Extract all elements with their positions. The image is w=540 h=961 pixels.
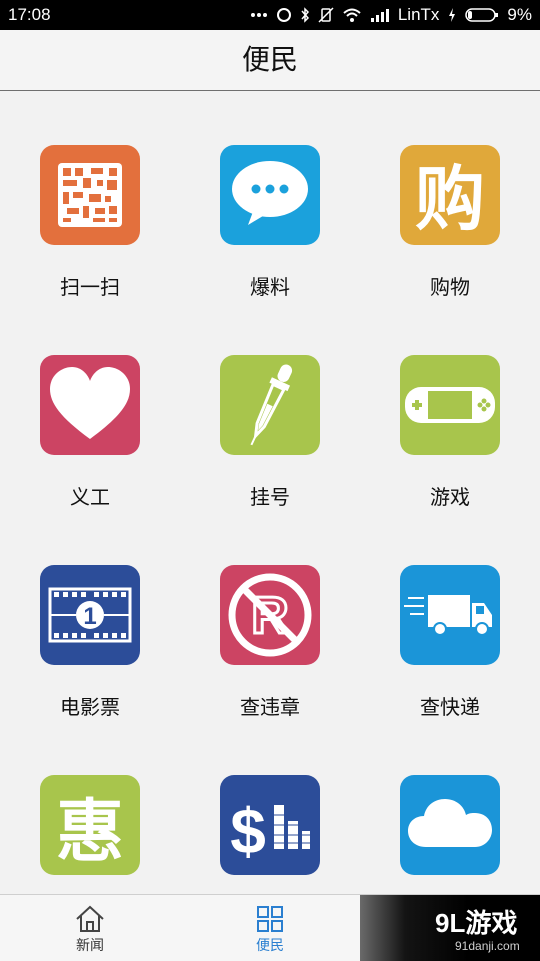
carrier-label: LinTx: [397, 5, 440, 24]
shopping-label[interactable]: 购物: [360, 271, 540, 300]
traffic-violation-label[interactable]: 查违章: [180, 691, 360, 720]
discount-tile[interactable]: 惠: [40, 775, 140, 875]
battery-percent: 9%: [507, 5, 532, 24]
home-icon: [40, 905, 140, 933]
sync-icon: [276, 7, 292, 23]
tab-service-label: 便民: [256, 938, 284, 954]
film-icon: 1: [40, 565, 140, 665]
shopping-tile[interactable]: 购: [400, 145, 500, 245]
dropper-icon: [220, 355, 320, 455]
tab-news[interactable]: 新闻: [40, 895, 140, 961]
bottom-tab-bar: 新闻 便民 9L游戏 91danji.com: [0, 894, 540, 961]
scan-label[interactable]: 扫一扫: [0, 271, 180, 300]
scan-tile[interactable]: [40, 145, 140, 245]
traffic-violation-tile[interactable]: R: [220, 565, 320, 665]
dots-icon: [250, 12, 268, 18]
cloud-tile[interactable]: [400, 775, 500, 875]
no-parking-icon: R: [220, 565, 320, 665]
tab-service[interactable]: 便民: [220, 895, 320, 961]
discount-char-icon: 惠: [40, 775, 140, 875]
wifi-icon: [342, 7, 362, 23]
status-bar: 17:08 LinTx 9%: [0, 0, 540, 30]
status-icons: LinTx 9%: [250, 5, 532, 25]
money-chart-icon: $: [220, 775, 320, 875]
film-number: 1: [83, 603, 96, 630]
charging-icon: [447, 7, 457, 23]
finance-tile[interactable]: $: [220, 775, 320, 875]
shop-char: 购: [415, 158, 485, 240]
battery-icon: [465, 7, 499, 23]
heart-icon: [40, 355, 140, 455]
truck-icon: [400, 565, 500, 665]
report-tile[interactable]: [220, 145, 320, 245]
movie-tickets-tile[interactable]: 1: [40, 565, 140, 665]
grid-icon: [220, 905, 320, 933]
games-label[interactable]: 游戏: [360, 481, 540, 510]
site-watermark: 9L游戏 91danji.com: [360, 895, 540, 961]
chat-bubble-icon: [220, 145, 320, 245]
page-title: 便民: [241, 43, 298, 76]
movie-tickets-label[interactable]: 电影票: [0, 691, 180, 720]
express-label[interactable]: 查快递: [360, 691, 540, 720]
bluetooth-icon: [300, 7, 310, 23]
watermark-url: 91danji.com: [455, 939, 520, 953]
shop-char-icon: 购: [400, 145, 500, 245]
volunteer-tile[interactable]: [40, 355, 140, 455]
register-tile[interactable]: [220, 355, 320, 455]
signal-icon: [370, 7, 390, 23]
discount-char: 惠: [56, 793, 124, 872]
register-label[interactable]: 挂号: [180, 481, 360, 510]
status-time: 17:08: [8, 5, 51, 24]
service-grid: 扫一扫 爆料 购 购物 义工 挂号 游戏 1 电影票 查违章 查快递 惠 $: [0, 91, 540, 894]
report-label[interactable]: 爆料: [180, 271, 360, 300]
tab-news-label: 新闻: [76, 938, 104, 954]
gamepad-icon: [400, 355, 500, 455]
money-symbol: $: [230, 795, 266, 867]
games-tile[interactable]: [400, 355, 500, 455]
cloud-icon: [400, 775, 500, 875]
header-bar: 便民: [0, 30, 540, 91]
express-tile[interactable]: [400, 565, 500, 665]
qr-code-icon: [40, 145, 140, 245]
watermark-logo: 9L游戏: [435, 908, 518, 938]
vibrate-icon: [318, 7, 334, 23]
volunteer-label[interactable]: 义工: [0, 481, 180, 510]
